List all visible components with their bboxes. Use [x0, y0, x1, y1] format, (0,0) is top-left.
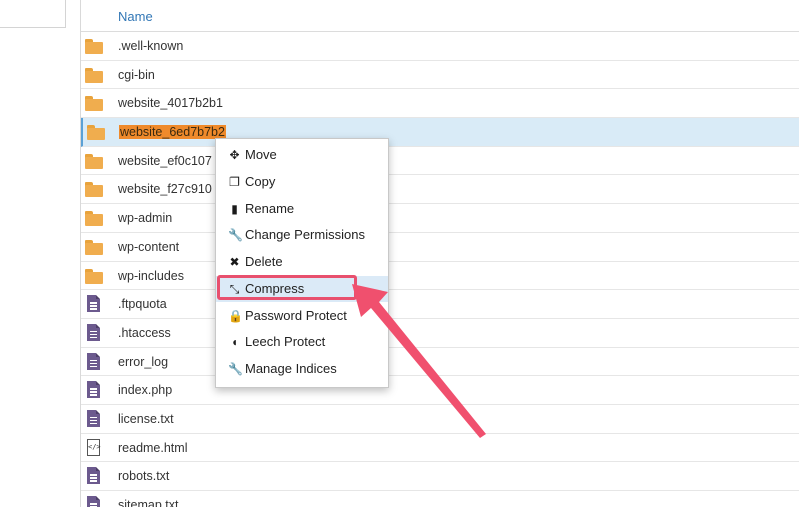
folder-icon	[85, 239, 103, 256]
file-name[interactable]: website_ef0c107	[118, 154, 212, 168]
file-name[interactable]: website_4017b2b1	[118, 96, 223, 110]
menu-item-rename[interactable]: ▮ Rename	[216, 196, 388, 222]
menu-item-copy[interactable]: ❐ Copy	[216, 169, 388, 195]
folder-icon	[85, 182, 103, 198]
folder-icon	[85, 211, 103, 227]
wrench-icon: 🔧	[228, 228, 243, 242]
folder-icon	[85, 67, 103, 84]
file-name[interactable]: website_6ed7b7b2	[119, 125, 226, 140]
table-row[interactable]: wp-content	[81, 233, 799, 262]
file-icon	[85, 496, 103, 507]
table-row[interactable]: .well-known	[81, 32, 799, 61]
file-icon	[85, 352, 103, 371]
menu-item-label: Delete	[245, 254, 283, 269]
file-name[interactable]: cgi-bin	[118, 68, 155, 82]
menu-item-label: Manage Indices	[245, 361, 337, 376]
file-name[interactable]: license.txt	[118, 412, 174, 426]
file-name[interactable]: index.php	[118, 383, 172, 397]
folder-icon	[85, 153, 103, 170]
annotation-arrow-icon	[352, 284, 486, 438]
menu-item-label: Move	[245, 147, 277, 162]
folder-icon	[85, 268, 103, 285]
file-name[interactable]: wp-includes	[118, 269, 184, 283]
menu-item-label: Leech Protect	[245, 334, 326, 349]
file-name[interactable]: .htaccess	[118, 326, 171, 340]
menu-item-move[interactable]: ✥ Move	[216, 142, 388, 168]
folder-icon	[87, 125, 105, 141]
menu-item-label: Change Permissions	[245, 227, 365, 242]
file-name[interactable]: .well-known	[118, 39, 183, 53]
file-icon	[85, 295, 103, 313]
menu-item-label: Copy	[245, 174, 276, 189]
column-header-name[interactable]: Name	[118, 9, 153, 24]
table-row[interactable]: sitemap.txt	[81, 491, 799, 507]
file-name[interactable]: error_log	[118, 355, 168, 369]
menu-item-change-permissions[interactable]: 🔧 Change Permissions	[216, 222, 388, 248]
file-name[interactable]: wp-content	[118, 240, 179, 254]
file-name[interactable]: .ftpquota	[118, 297, 167, 311]
file-icon	[85, 467, 103, 485]
table-row[interactable]: website_ef0c107	[81, 147, 799, 176]
file-icon	[85, 409, 103, 428]
file-name[interactable]: sitemap.txt	[118, 498, 178, 507]
table-row[interactable]: website_4017b2b1	[81, 89, 799, 119]
annotation-highlight-box	[217, 275, 357, 300]
wrench-icon: 🔧	[228, 362, 243, 376]
tree-panel	[0, 0, 66, 28]
file-name[interactable]: robots.txt	[118, 469, 169, 483]
move-icon: ✥	[229, 148, 240, 162]
file-name[interactable]: readme.html	[118, 441, 187, 455]
folder-icon	[85, 39, 103, 55]
table-row[interactable]: robots.txt	[81, 462, 799, 491]
shield-icon: ◖	[230, 335, 239, 349]
menu-item-label: Rename	[245, 201, 295, 216]
table-row[interactable]: wp-admin	[81, 204, 799, 233]
file-name[interactable]: website_f27c910	[118, 182, 212, 196]
table-row[interactable]: website_f27c910	[81, 175, 799, 205]
folder-icon	[85, 96, 103, 112]
copy-icon: ❐	[229, 175, 240, 189]
code-file-icon: </>	[85, 438, 103, 457]
file-icon: ▮	[231, 202, 238, 216]
close-icon: ✖	[229, 255, 240, 269]
lock-icon: 🔒	[228, 309, 243, 323]
table-header: Name	[81, 0, 799, 32]
table-row[interactable]: cgi-bin	[81, 61, 799, 90]
menu-item-label: Password Protect	[245, 308, 347, 323]
file-icon	[85, 323, 103, 342]
table-row[interactable]: website_6ed7b7b2	[81, 118, 799, 147]
file-icon	[85, 381, 103, 399]
file-name[interactable]: wp-admin	[118, 211, 172, 225]
